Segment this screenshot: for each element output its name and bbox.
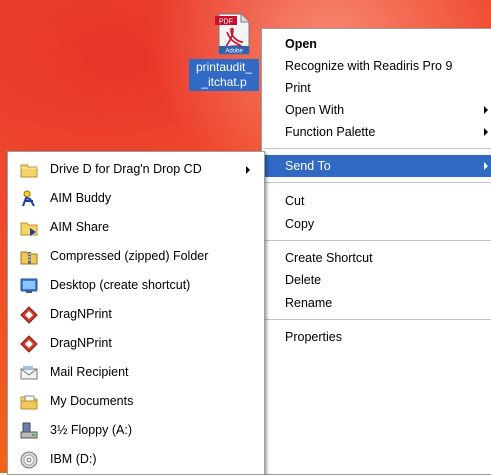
sendto-item-aim-buddy[interactable]: AIM Buddy bbox=[8, 185, 264, 213]
menu-item-open[interactable]: Open bbox=[262, 33, 491, 55]
menu-label: Properties bbox=[285, 330, 342, 344]
file-label-line2: _itchat.p bbox=[201, 75, 247, 89]
menu-separator bbox=[264, 240, 491, 241]
sendto-item-drive-d[interactable]: Drive D for Drag'n Drop CD bbox=[8, 156, 264, 184]
submenu-arrow-icon bbox=[484, 162, 488, 170]
mail-icon bbox=[20, 364, 38, 382]
menu-item-open-with[interactable]: Open With bbox=[262, 99, 491, 121]
cd-drive-icon bbox=[20, 451, 38, 469]
sendto-label: DragNPrint bbox=[50, 336, 112, 350]
my-documents-icon bbox=[20, 393, 38, 411]
menu-item-create-shortcut[interactable]: Create Shortcut bbox=[262, 247, 491, 269]
submenu-arrow-icon bbox=[484, 128, 488, 136]
menu-label: Recognize with Readiris Pro 9 bbox=[285, 59, 453, 73]
dragnprint-icon bbox=[20, 335, 38, 353]
sendto-label: AIM Buddy bbox=[50, 191, 112, 205]
sendto-item-floppy[interactable]: 3½ Floppy (A:) bbox=[8, 417, 264, 445]
menu-label: Send To bbox=[285, 159, 331, 173]
menu-label: Open bbox=[285, 37, 317, 51]
menu-label: Open With bbox=[285, 103, 345, 117]
sendto-label: 3½ Floppy (A:) bbox=[50, 423, 132, 437]
menu-label: Create Shortcut bbox=[285, 251, 373, 265]
menu-label: Function Palette bbox=[285, 125, 376, 139]
submenu-arrow-icon bbox=[246, 166, 250, 174]
sendto-label: Mail Recipient bbox=[50, 365, 129, 379]
sendto-label: Desktop (create shortcut) bbox=[50, 278, 191, 292]
pdf-file-icon[interactable]: PDF Adobe bbox=[213, 12, 253, 56]
sendto-item-ibm-drive[interactable]: IBM (D:) bbox=[8, 446, 264, 474]
menu-item-send-to[interactable]: Send To bbox=[262, 155, 491, 177]
sendto-label: My Documents bbox=[50, 394, 134, 408]
menu-separator bbox=[264, 148, 491, 149]
menu-item-delete[interactable]: Delete bbox=[262, 269, 491, 291]
folder-icon bbox=[20, 161, 38, 179]
menu-label: Delete bbox=[285, 273, 322, 287]
menu-item-copy[interactable]: Copy bbox=[262, 213, 491, 235]
menu-label: Copy bbox=[285, 217, 315, 231]
menu-item-cut[interactable]: Cut bbox=[262, 190, 491, 212]
sendto-item-mail-recipient[interactable]: Mail Recipient bbox=[8, 359, 264, 387]
menu-item-print[interactable]: Print bbox=[262, 77, 491, 99]
menu-label: Cut bbox=[285, 194, 305, 208]
sendto-label: AIM Share bbox=[50, 220, 110, 234]
sendto-label: DragNPrint bbox=[50, 307, 112, 321]
dragnprint-icon bbox=[20, 306, 38, 324]
floppy-icon bbox=[20, 422, 38, 440]
send-to-submenu: Drive D for Drag'n Drop CD AIM Buddy AIM… bbox=[7, 151, 265, 475]
sendto-item-dragnprint-1[interactable]: DragNPrint bbox=[8, 301, 264, 329]
sendto-item-dragnprint-2[interactable]: DragNPrint bbox=[8, 330, 264, 358]
context-menu: Open Recognize with Readiris Pro 9 Print… bbox=[261, 28, 491, 475]
sendto-item-my-documents[interactable]: My Documents bbox=[8, 388, 264, 416]
menu-separator bbox=[264, 182, 491, 183]
menu-separator bbox=[264, 319, 491, 320]
submenu-arrow-icon bbox=[484, 106, 488, 114]
sendto-label: Drive D for Drag'n Drop CD bbox=[50, 162, 202, 176]
menu-label: Print bbox=[285, 81, 311, 95]
menu-label: Rename bbox=[285, 296, 333, 310]
aim-share-icon bbox=[20, 219, 38, 237]
sendto-item-compressed-folder[interactable]: Compressed (zipped) Folder bbox=[8, 243, 264, 271]
sendto-item-aim-share[interactable]: AIM Share bbox=[8, 214, 264, 242]
sendto-label: Compressed (zipped) Folder bbox=[50, 249, 209, 263]
sendto-item-desktop[interactable]: Desktop (create shortcut) bbox=[8, 272, 264, 300]
menu-item-properties[interactable]: Properties bbox=[262, 326, 491, 348]
pdf-file-label[interactable]: printaudit_ _itchat.p bbox=[189, 59, 259, 91]
menu-item-rename[interactable]: Rename bbox=[262, 292, 491, 314]
menu-item-recognize-readiris[interactable]: Recognize with Readiris Pro 9 bbox=[262, 55, 491, 77]
pdf-badge-text: PDF bbox=[219, 19, 233, 26]
menu-item-function-palette[interactable]: Function Palette bbox=[262, 121, 491, 143]
desktop-icon bbox=[20, 277, 38, 295]
sendto-label: IBM (D:) bbox=[50, 452, 97, 466]
adobe-text: Adobe bbox=[225, 49, 243, 55]
file-label-line1: printaudit_ bbox=[195, 60, 253, 74]
aim-buddy-icon bbox=[20, 190, 38, 208]
zipped-folder-icon bbox=[20, 248, 38, 266]
